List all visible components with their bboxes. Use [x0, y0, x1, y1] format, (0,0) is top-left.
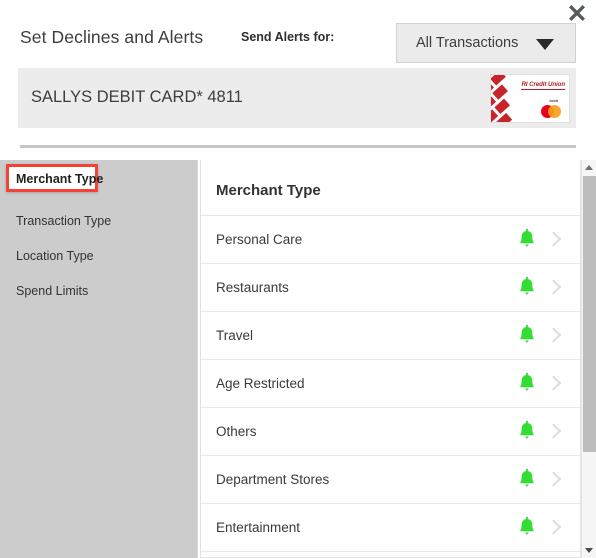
send-alerts-label: Send Alerts for:: [241, 30, 335, 44]
card-issuer-label: RI Credit Union: [521, 81, 565, 90]
merchant-type-list: Personal Care Restaurants Travel Age Restri…: [201, 216, 580, 557]
close-icon: [566, 2, 588, 24]
row-label: Entertainment: [216, 520, 301, 535]
card-art-image: RI Credit Union debit: [490, 74, 570, 123]
sidebar-tab-spend-limits[interactable]: Spend Limits: [0, 275, 198, 308]
list-scrollbar[interactable]: [581, 160, 596, 558]
card-name-label: SALLYS DEBIT CARD* 4811: [31, 88, 243, 106]
tab-label: Merchant Type: [16, 172, 104, 186]
scrollbar-thumb[interactable]: [583, 176, 596, 452]
panel-title: Merchant Type: [216, 182, 321, 199]
triangle-up-icon: [585, 165, 593, 170]
chevron-right-icon[interactable]: [550, 327, 564, 343]
dropdown-selected-value: All Transactions: [416, 35, 519, 51]
chevron-down-icon: [536, 39, 554, 50]
merchant-type-row[interactable]: Others: [201, 408, 580, 456]
panel-header: Merchant Type: [201, 160, 580, 216]
merchant-type-row[interactable]: Travel: [201, 312, 580, 360]
settings-body: Merchant Type Transaction Type Location Ty…: [0, 160, 596, 558]
tab-label: Transaction Type: [16, 214, 112, 228]
transaction-filter-dropdown[interactable]: All Transactions: [396, 23, 576, 63]
merchant-type-row[interactable]: Age Restricted: [201, 360, 580, 408]
chevron-right-icon[interactable]: [550, 471, 564, 487]
chevron-right-icon[interactable]: [550, 279, 564, 295]
bell-icon[interactable]: [519, 517, 535, 537]
chevron-right-icon[interactable]: [550, 423, 564, 439]
mastercard-logo: [541, 105, 561, 118]
tab-label: Location Type: [16, 249, 94, 263]
triangle-down-icon: [585, 548, 593, 553]
settings-tab-rail: Merchant Type Transaction Type Location Ty…: [0, 160, 198, 558]
tab-label: Spend Limits: [16, 284, 89, 298]
merchant-type-row[interactable]: Personal Care: [201, 216, 580, 264]
bell-icon[interactable]: [519, 373, 535, 393]
chevron-right-icon[interactable]: [550, 519, 564, 535]
merchant-type-row[interactable]: Department Stores: [201, 456, 580, 504]
merchant-type-row[interactable]: Restaurants: [201, 264, 580, 312]
sidebar-tab-merchant-type[interactable]: Merchant Type: [6, 164, 103, 192]
row-label: Department Stores: [216, 472, 330, 487]
card-summary-panel: SALLYS DEBIT CARD* 4811 RI Credit Union …: [18, 68, 576, 128]
bell-icon[interactable]: [519, 229, 535, 249]
dialog-header: Set Declines and Alerts Send Alerts for:…: [0, 0, 596, 63]
row-label: Age Restricted: [216, 376, 305, 391]
sidebar-tab-transaction-type[interactable]: Transaction Type: [0, 205, 198, 238]
merchant-type-row[interactable]: [201, 552, 580, 557]
card-network-label: debit: [549, 99, 558, 103]
chevron-right-icon[interactable]: [550, 231, 564, 247]
row-label: Others: [216, 424, 257, 439]
row-label: Restaurants: [216, 280, 289, 295]
chevron-right-icon[interactable]: [550, 375, 564, 391]
close-button[interactable]: [566, 2, 588, 24]
sidebar-tab-location-type[interactable]: Location Type: [0, 240, 198, 273]
merchant-type-panel: Merchant Type Personal Care Restaurants Tr…: [200, 160, 581, 558]
scroll-down-arrow[interactable]: [582, 543, 596, 558]
mastercard-yellow-circle: [548, 105, 561, 118]
bell-icon[interactable]: [519, 277, 535, 297]
row-label: Travel: [216, 328, 254, 343]
bell-icon[interactable]: [519, 421, 535, 441]
scroll-up-arrow[interactable]: [582, 160, 596, 175]
bell-icon[interactable]: [519, 325, 535, 345]
merchant-type-row[interactable]: Entertainment: [201, 504, 580, 552]
page-title: Set Declines and Alerts: [20, 27, 204, 47]
row-label: Personal Care: [216, 232, 303, 247]
section-divider: [20, 145, 576, 148]
bell-icon[interactable]: [519, 469, 535, 489]
